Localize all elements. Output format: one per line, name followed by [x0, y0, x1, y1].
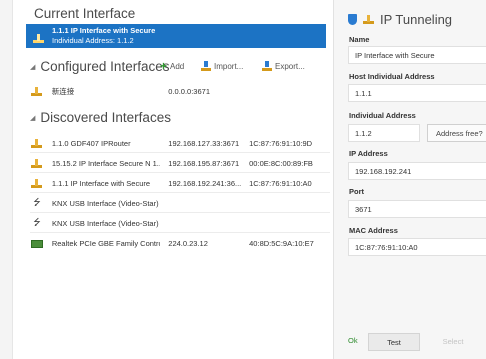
export-icon: [262, 61, 272, 71]
discovered-row[interactable]: 1.1.0 GDF407 IPRouter 192.168.127.33:367…: [30, 134, 330, 153]
import-label: Import...: [214, 61, 244, 71]
current-interface-address: Individual Address: 1.1.2: [52, 36, 134, 45]
configured-interfaces-header[interactable]: ◢ Configured Interfaces: [30, 59, 169, 74]
discovered-interfaces-title: Discovered Interfaces: [40, 110, 171, 125]
name-field[interactable]: IP Interface with Secure: [348, 46, 486, 64]
discovered-row[interactable]: 1.1.1 IP Interface with Secure 192.168.1…: [30, 174, 330, 193]
add-button[interactable]: + Add: [160, 59, 185, 73]
mac-address-field[interactable]: 1C:87:76:91:10:A0: [348, 238, 486, 256]
individual-address-field[interactable]: 1.1.2: [348, 124, 420, 142]
row-name: KNX USB Interface (Video-Star): [52, 198, 159, 208]
row-name: 新连接: [51, 87, 75, 96]
row-ip: 192.168.195.87:3671: [168, 158, 240, 168]
details-title-text: IP Tunneling: [380, 12, 453, 27]
add-label: Add: [170, 61, 185, 71]
mac-address-label: MAC Address: [349, 226, 398, 235]
ip-address-field[interactable]: 192.168.192.241: [348, 162, 486, 180]
plug-icon: [30, 138, 44, 148]
row-name: 1.1.1 IP Interface with Secure: [51, 178, 151, 188]
network-card-icon: [30, 239, 44, 248]
plug-icon: [30, 158, 44, 168]
configured-interfaces-title: Configured Interfaces: [40, 59, 170, 74]
discovered-row[interactable]: 15.15.2 IP Interface Secure N 1... 192.1…: [30, 154, 330, 173]
row-name: Realtek PCIe GBE Family Contro...: [51, 239, 161, 248]
row-ip: 224.0.23.12: [168, 239, 208, 248]
import-icon: [201, 61, 211, 71]
host-address-field[interactable]: 1.1.1: [348, 84, 486, 102]
plug-icon: [363, 15, 374, 24]
name-label: Name: [349, 35, 370, 44]
select-button[interactable]: Select: [428, 333, 478, 351]
configured-row[interactable]: 新连接 0.0.0.0:3671: [30, 82, 330, 101]
discovered-row[interactable]: ⭍ KNX USB Interface (Video-Star): [30, 194, 330, 213]
discovered-row[interactable]: ⭍ KNX USB Interface (Video-Star): [30, 214, 330, 233]
current-interface-title: Current Interface: [34, 6, 136, 21]
row-name: KNX USB Interface (Video-Star): [52, 218, 159, 228]
row-ip: 0.0.0.0:3671: [168, 87, 210, 96]
row-mac: 1C:87:76:91:10:A0: [249, 178, 312, 188]
collapse-triangle-icon: ◢: [30, 115, 36, 123]
row-name: 15.15.2 IP Interface Secure N 1...: [51, 158, 161, 168]
individual-address-label: Individual Address: [349, 111, 416, 120]
row-mac: 1C:87:76:91:10:9D: [249, 138, 313, 148]
discovered-interfaces-header[interactable]: ◢ Discovered Interfaces: [30, 110, 171, 125]
export-button[interactable]: Export...: [262, 61, 305, 71]
left-edge-strip: [0, 0, 13, 359]
status-ok: Ok: [348, 336, 358, 345]
test-button[interactable]: Test: [368, 333, 420, 351]
row-mac: 40:8D:5C:9A:10:E7: [249, 239, 314, 248]
discovered-row[interactable]: Realtek PCIe GBE Family Contro... 224.0.…: [30, 234, 330, 253]
port-label: Port: [349, 187, 364, 196]
row-ip: 192.168.192.241:36...: [168, 178, 242, 188]
interfaces-panel: Current Interface 1.1.1 IP Interface wit…: [14, 0, 332, 359]
host-address-label: Host Individual Address: [349, 72, 435, 81]
port-field[interactable]: 3671: [348, 200, 486, 218]
row-mac: 00:0E:8C:00:89:FB: [249, 158, 313, 168]
current-interface-name: 1.1.1 IP Interface with Secure: [52, 26, 156, 35]
ip-address-label: IP Address: [349, 149, 388, 158]
row-name: 1.1.0 GDF407 IPRouter: [51, 138, 131, 148]
details-title: IP Tunneling: [348, 12, 452, 27]
plus-icon: +: [160, 59, 168, 73]
plug-icon: [30, 87, 44, 96]
current-interface-item[interactable]: 1.1.1 IP Interface with Secure Individua…: [26, 24, 326, 48]
details-panel: IP Tunneling Name IP Interface with Secu…: [333, 0, 486, 359]
plug-icon: [33, 30, 44, 48]
collapse-triangle-icon: ◢: [30, 64, 36, 72]
row-ip: 192.168.127.33:3671: [168, 138, 240, 148]
usb-icon: ⭍: [33, 197, 41, 207]
shield-icon: [348, 14, 357, 25]
plug-icon: [30, 178, 44, 188]
address-free-button[interactable]: Address free?: [427, 124, 486, 142]
import-button[interactable]: Import...: [201, 61, 243, 71]
export-label: Export...: [275, 61, 305, 71]
usb-icon: ⭍: [33, 217, 41, 227]
